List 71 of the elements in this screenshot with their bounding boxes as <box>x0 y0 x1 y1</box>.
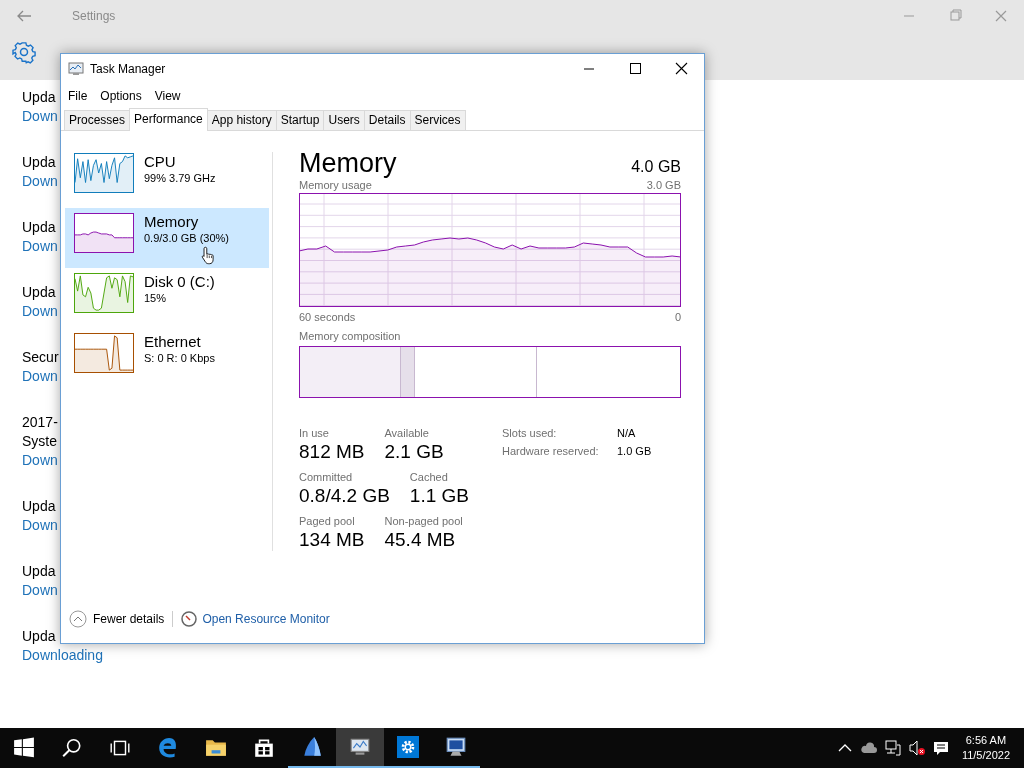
graph-max-label: 3.0 GB <box>646 178 681 192</box>
info-label: Hardware reserved: <box>502 444 600 458</box>
stat-value: 45.4 MB <box>384 528 457 552</box>
status-link[interactable]: Down <box>22 237 58 256</box>
stat-value: 2.1 GB <box>384 440 444 464</box>
update-title: Upda <box>22 218 57 237</box>
axis-label: 0 <box>674 310 681 324</box>
status-link[interactable]: Downloading <box>22 646 103 665</box>
menu-item[interactable]: File <box>68 89 88 103</box>
update-title: Syste <box>22 432 58 451</box>
sidebar-item[interactable]: Ethernet S: 0 R: 0 Kbps <box>65 328 269 388</box>
clock[interactable]: 6:56 AM 11/5/2022 <box>961 733 1010 763</box>
resource-detail: S: 0 R: 0 Kbps <box>144 351 215 366</box>
update-title: Upda <box>22 627 57 646</box>
stat-label: Paged pool <box>299 514 356 528</box>
resource-detail: 99% 3.79 GHz <box>144 171 216 186</box>
stat-value: 134 MB <box>299 528 365 552</box>
resource-detail: 15% <box>144 291 168 306</box>
tab[interactable]: Processes <box>64 110 131 130</box>
tab[interactable]: Services <box>409 110 466 130</box>
axis-label: 60 seconds <box>299 310 356 324</box>
tab[interactable]: Details <box>363 110 411 130</box>
tab[interactable]: Users <box>323 110 365 130</box>
status-link[interactable]: Down <box>22 581 58 600</box>
section-title: Memory <box>299 148 397 178</box>
resource-name: Memory <box>144 213 200 231</box>
stat-value: 1.1 GB <box>409 484 469 508</box>
status-link[interactable]: Down <box>22 516 58 535</box>
stat-label: Committed <box>299 470 354 484</box>
menu-item[interactable]: Options <box>100 89 142 103</box>
window-title: Task Manager <box>90 62 166 76</box>
update-title: 2017- <box>22 413 58 432</box>
stat-value: 812 MB <box>299 440 365 464</box>
status-link[interactable]: Down <box>22 302 58 321</box>
info-value: N/A <box>617 426 637 440</box>
stat-value: 0.8/4.2 GB <box>299 484 390 508</box>
resource-detail: 0.9/3.0 GB (30%) <box>144 231 229 246</box>
graph-label: Memory composition <box>299 329 401 343</box>
status-link[interactable]: Down <box>22 107 58 126</box>
status-link[interactable]: Down <box>22 367 59 386</box>
total-memory: 4.0 GB <box>631 157 681 177</box>
clock-time: 6:56 AM <box>965 733 1007 748</box>
update-title: Upda <box>22 562 57 581</box>
clock-date: 11/5/2022 <box>961 748 1010 763</box>
resource-name: Ethernet <box>144 333 202 351</box>
resource-name: Disk 0 (C:) <box>144 273 215 291</box>
update-title: Upda <box>22 497 57 516</box>
resource-monitor-link[interactable]: Open Resource Monitor <box>181 611 330 627</box>
info-value: 1.0 GB <box>617 444 653 458</box>
update-title: Upda <box>22 88 57 107</box>
tab[interactable]: App history <box>206 110 277 130</box>
graph-label: Memory usage <box>299 178 372 192</box>
menu-item[interactable]: View <box>154 89 181 103</box>
sidebar-item[interactable]: Disk 0 (C:) 15% <box>65 268 269 328</box>
update-title: Upda <box>22 153 57 172</box>
tab[interactable]: Startup <box>275 110 325 130</box>
fewer-details-button[interactable]: Fewer details <box>69 610 165 628</box>
stat-label: Cached <box>409 470 449 484</box>
sidebar-item[interactable]: CPU 99% 3.79 GHz <box>65 148 269 208</box>
window-title: Settings <box>72 9 116 23</box>
resource-name: CPU <box>144 153 177 171</box>
update-title: Upda <box>22 283 57 302</box>
stat-label: In use <box>299 426 330 440</box>
stat-label: Non-paged pool <box>384 514 463 528</box>
status-link[interactable]: Down <box>22 172 58 191</box>
tab[interactable]: Performance <box>129 108 208 131</box>
update-title: Secur <box>22 348 59 367</box>
sidebar-item[interactable]: Memory 0.9/3.0 GB (30%) <box>65 208 269 268</box>
info-label: Slots used: <box>502 426 558 440</box>
stat-label: Available <box>384 426 430 440</box>
status-link[interactable]: Down <box>22 451 58 470</box>
